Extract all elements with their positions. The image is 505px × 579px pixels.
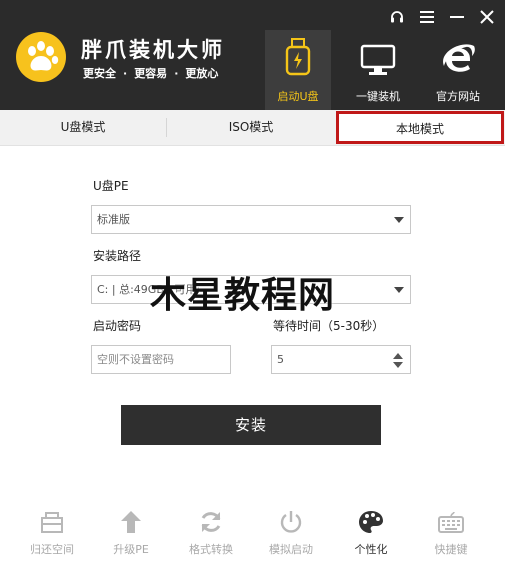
nav-official-site[interactable]: 官方网站 (425, 30, 491, 110)
slogan-separator: · (174, 67, 179, 80)
tab-iso-mode[interactable]: ISO模式 (167, 110, 335, 145)
nav-one-click-install[interactable]: 一键装机 (345, 30, 411, 110)
app-header: 胖爪装机大师 更安全 · 更容易 · 更放心 启动U盘 一键装机 官方网站 (0, 0, 505, 110)
window-controls (387, 7, 497, 27)
arrow-up-icon (120, 508, 142, 536)
tool-label: 归还空间 (30, 543, 74, 556)
nav-label: 官方网站 (436, 90, 480, 103)
wait-time-label: 等待时间（5-30秒） (273, 319, 385, 333)
paw-logo-icon (16, 32, 66, 82)
hdd-icon (40, 508, 64, 536)
pe-label: U盘PE (93, 179, 129, 193)
menu-icon[interactable] (417, 7, 437, 27)
refresh-icon (199, 508, 223, 536)
tool-reclaim-space[interactable]: 归还空间 (12, 508, 92, 560)
install-button[interactable]: 安装 (121, 405, 381, 445)
slogan-item: 更放心 (185, 67, 219, 80)
tool-label: 升级PE (113, 543, 149, 556)
boot-password-label: 启动密码 (93, 319, 142, 333)
pe-version-select[interactable]: 标准版 (91, 205, 411, 234)
monitor-icon (360, 36, 396, 76)
boot-password-input[interactable] (91, 345, 231, 374)
tool-hotkeys[interactable]: 快捷键 (411, 508, 491, 560)
slogan-item: 更容易 (134, 67, 168, 80)
minimize-icon[interactable] (447, 7, 467, 27)
usb-drive-icon (285, 36, 311, 76)
wait-time-stepper[interactable]: 5 (271, 345, 411, 374)
tool-label: 个性化 (354, 543, 388, 556)
close-icon[interactable] (477, 7, 497, 27)
app-slogan: 更安全 · 更容易 · 更放心 (83, 65, 218, 81)
tool-upgrade-pe[interactable]: 升级PE (91, 508, 171, 560)
tool-label: 模拟启动 (269, 543, 313, 556)
stepper-up-icon[interactable] (393, 353, 403, 359)
nav-label: 一键装机 (356, 90, 400, 103)
keyboard-icon (438, 508, 464, 536)
stepper-down-icon[interactable] (393, 362, 403, 368)
tool-label: 格式转换 (189, 543, 233, 556)
wait-time-value: 5 (277, 353, 284, 366)
app-title: 胖爪装机大师 (81, 38, 225, 62)
chevron-down-icon (394, 287, 404, 293)
watermark-text: 木星教程网 (150, 275, 336, 316)
install-path-label: 安装路径 (93, 249, 142, 263)
nav-usb-boot[interactable]: 启动U盘 (265, 30, 331, 110)
pe-version-value: 标准版 (97, 213, 130, 226)
slogan-item: 更安全 (83, 67, 116, 80)
power-icon (279, 508, 303, 536)
headset-icon[interactable] (387, 7, 407, 27)
nav-label: 启动U盘 (277, 90, 319, 103)
tab-local-mode[interactable]: 本地模式 (336, 111, 504, 144)
tool-personalize[interactable]: 个性化 (331, 508, 411, 560)
slogan-separator: · (123, 67, 128, 80)
tool-simulate-boot[interactable]: 模拟启动 (251, 508, 331, 560)
mode-tabs: U盘模式 ISO模式 本地模式 (0, 110, 505, 146)
tool-format-convert[interactable]: 格式转换 (171, 508, 251, 560)
ie-browser-icon (440, 36, 476, 76)
palette-icon (358, 508, 384, 536)
chevron-down-icon (394, 217, 404, 223)
tab-usb-mode[interactable]: U盘模式 (0, 110, 166, 145)
tool-label: 快捷键 (434, 543, 468, 556)
